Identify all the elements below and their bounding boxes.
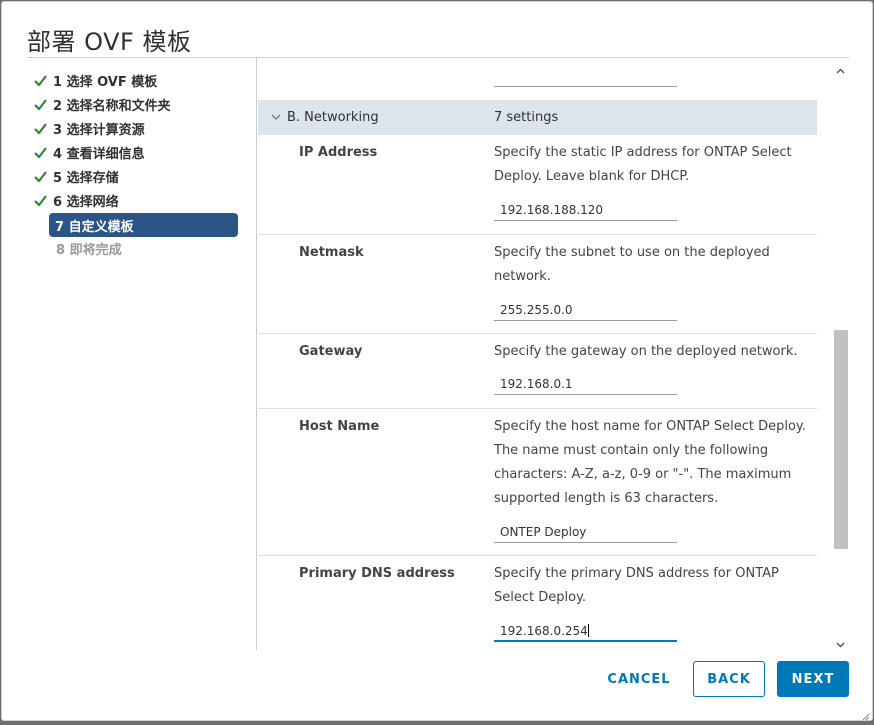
setting-host-name: Host Name Specify the host name for ONTA… xyxy=(258,409,817,556)
checkmark-icon xyxy=(27,74,53,86)
primary-dns-input[interactable]: 192.168.0.254 xyxy=(494,620,677,642)
cancel-button[interactable]: CANCEL xyxy=(598,661,680,697)
text-caret xyxy=(587,624,589,637)
setting-label: Gateway xyxy=(299,344,363,359)
chevron-down-icon[interactable] xyxy=(835,635,846,648)
setting-label: IP Address xyxy=(299,145,378,160)
step-3[interactable]: 3 选择计算资源 xyxy=(27,116,239,140)
previous-field[interactable] xyxy=(494,86,677,87)
section-name: B. Networking xyxy=(287,110,379,125)
next-button[interactable]: NEXT xyxy=(777,661,849,697)
setting-ip-address: IP Address Specify the static IP address… xyxy=(258,135,817,235)
setting-description: Specify the static IP address for ONTAP … xyxy=(494,145,792,184)
checkmark-icon xyxy=(27,170,53,182)
step-label: 3 选择计算资源 xyxy=(53,122,145,138)
step-2[interactable]: 2 选择名称和文件夹 xyxy=(27,92,239,116)
step-5[interactable]: 5 选择存储 xyxy=(27,164,239,188)
section-header-networking[interactable]: B. Networking 7 settings xyxy=(258,100,817,135)
setting-label: Primary DNS address xyxy=(299,566,455,581)
checkmark-icon xyxy=(27,98,53,110)
section-count: 7 settings xyxy=(494,110,559,125)
gateway-input[interactable]: 192.168.0.1 xyxy=(494,373,677,395)
step-label: 5 选择存储 xyxy=(53,170,119,186)
resize-grip-icon[interactable] xyxy=(860,706,870,721)
scrollbar-thumb[interactable] xyxy=(834,330,848,549)
step-7-active[interactable]: 7 自定义模板 xyxy=(49,213,238,237)
content-scrollbar[interactable] xyxy=(832,58,849,650)
step-label: 6 选择网络 xyxy=(53,194,119,210)
setting-description: Specify the host name for ONTAP Select D… xyxy=(494,419,806,506)
step-label: 1 选择 OVF 模板 xyxy=(53,74,158,90)
checkmark-icon xyxy=(27,122,53,134)
step-label: 4 查看详细信息 xyxy=(53,146,145,162)
chevron-down-icon[interactable] xyxy=(271,111,281,126)
setting-description: Specify the subnet to use on the deploye… xyxy=(494,245,770,284)
step-6[interactable]: 6 选择网络 xyxy=(27,188,239,212)
back-button[interactable]: BACK xyxy=(693,661,765,697)
setting-description: Specify the gateway on the deployed netw… xyxy=(494,344,798,359)
host-name-input[interactable]: ONTEP Deploy xyxy=(494,521,677,543)
setting-gateway: Gateway Specify the gateway on the deplo… xyxy=(258,334,817,409)
netmask-input[interactable]: 255.255.0.0 xyxy=(494,299,677,321)
setting-label: Netmask xyxy=(299,245,364,260)
checkmark-icon xyxy=(27,146,53,158)
setting-netmask: Netmask Specify the subnet to use on the… xyxy=(258,235,817,334)
step-4[interactable]: 4 查看详细信息 xyxy=(27,140,239,164)
checkmark-icon xyxy=(27,194,53,206)
step-label: 8 即将完成 xyxy=(56,242,122,258)
steps-sidebar: 1 选择 OVF 模板 2 选择名称和文件夹 3 选择计算资源 4 查看详细信息… xyxy=(27,58,257,650)
setting-label: Host Name xyxy=(299,419,380,434)
setting-primary-dns: Primary DNS address Specify the primary … xyxy=(258,556,817,650)
primary-dns-value: 192.168.0.254 xyxy=(500,624,588,638)
setting-description: Specify the primary DNS address for ONTA… xyxy=(494,566,779,605)
step-1[interactable]: 1 选择 OVF 模板 xyxy=(27,68,239,92)
step-label: 7 自定义模板 xyxy=(55,219,134,235)
step-8: 8 即将完成 xyxy=(27,236,239,260)
customize-template-pane: B. Networking 7 settings IP Address Spec… xyxy=(258,58,818,650)
deploy-ovf-dialog: 部署 OVF 模板 1 选择 OVF 模板 2 选择名称和文件夹 3 选择计算资… xyxy=(1,1,873,721)
ip-address-input[interactable]: 192.168.188.120 xyxy=(494,199,677,221)
step-label: 2 选择名称和文件夹 xyxy=(53,98,171,114)
dialog-title: 部署 OVF 模板 xyxy=(27,28,192,56)
chevron-up-icon[interactable] xyxy=(835,62,846,74)
